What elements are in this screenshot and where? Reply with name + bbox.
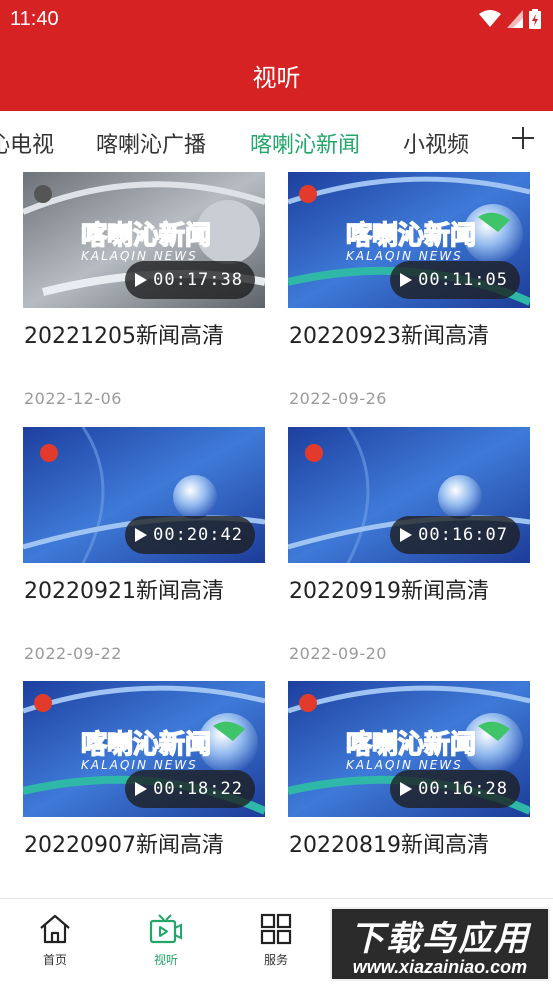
duration-badge: 00:18:22 xyxy=(125,770,255,808)
video-title[interactable]: 20220907新闻高清 xyxy=(24,827,224,859)
status-bar: 11:40 xyxy=(0,0,553,38)
nav-home[interactable]: 首页 xyxy=(20,913,90,968)
video-title[interactable]: 20220819新闻高清 xyxy=(289,827,489,859)
video-title[interactable]: 20220923新闻高清 xyxy=(289,318,489,350)
tab-tv[interactable]: 沁电视 xyxy=(0,127,54,159)
play-icon xyxy=(400,273,413,287)
tab-news[interactable]: 喀喇沁新闻 xyxy=(250,127,360,159)
duration-badge: 00:11:05 xyxy=(390,261,520,299)
duration-badge: 00:16:07 xyxy=(390,516,520,554)
duration-badge: 00:17:38 xyxy=(125,261,255,299)
thumb-title: 喀喇沁新闻 xyxy=(81,220,211,251)
thumb-title: 喀喇沁新闻 xyxy=(346,729,476,760)
video-title[interactable]: 20221205新闻高清 xyxy=(24,318,224,350)
video-title[interactable]: 20220919新闻高清 xyxy=(289,573,489,605)
video-title[interactable]: 20220921新闻高清 xyxy=(24,573,224,605)
app-header: 视听 xyxy=(0,38,553,111)
watermark: 下载鸟应用 www.xiazainiao.com xyxy=(330,907,550,981)
nav-av[interactable]: 视听 xyxy=(131,913,201,968)
signal-icon xyxy=(507,10,523,28)
play-icon xyxy=(135,528,148,542)
video-date: 2022-12-06 xyxy=(24,389,122,408)
video-thumbnail[interactable]: 00:16:07 xyxy=(288,427,530,563)
home-icon xyxy=(20,913,90,945)
duration-text: 00:16:28 xyxy=(418,779,508,799)
duration-badge: 00:16:28 xyxy=(390,770,520,808)
video-date: 2022-09-26 xyxy=(289,389,387,408)
duration-text: 00:17:38 xyxy=(153,270,243,290)
video-date: 2022-09-22 xyxy=(24,644,122,663)
tab-short-video[interactable]: 小视频 xyxy=(403,127,469,159)
nav-service[interactable]: 服务 xyxy=(241,913,311,968)
nav-label: 首页 xyxy=(42,953,67,967)
duration-text: 00:11:05 xyxy=(418,270,508,290)
thumb-title: 喀喇沁新闻 xyxy=(81,729,211,760)
duration-text: 00:16:07 xyxy=(418,525,508,545)
play-icon xyxy=(135,273,148,287)
play-icon xyxy=(400,528,413,542)
video-thumbnail[interactable]: 喀喇沁新闻 KALAQIN NEWS 00:18:22 xyxy=(23,681,265,817)
video-date: 2022-09-20 xyxy=(289,644,387,663)
category-tabs: 沁电视 喀喇沁广播 喀喇沁新闻 小视频 xyxy=(0,111,553,171)
play-icon xyxy=(400,782,413,796)
wifi-icon xyxy=(479,10,501,28)
status-time: 11:40 xyxy=(10,8,59,30)
duration-badge: 00:20:42 xyxy=(125,516,255,554)
video-thumbnail[interactable]: 喀喇沁新闻 KALAQIN NEWS 00:11:05 xyxy=(288,172,530,308)
duration-text: 00:20:42 xyxy=(153,525,243,545)
status-icons xyxy=(479,9,541,29)
battery-icon xyxy=(529,9,541,29)
nav-label: 服务 xyxy=(263,953,288,967)
play-icon xyxy=(135,782,148,796)
video-thumbnail[interactable]: 00:20:42 xyxy=(23,427,265,563)
thumb-title: 喀喇沁新闻 xyxy=(346,220,476,251)
video-thumbnail[interactable]: 喀喇沁新闻 KALAQIN NEWS 00:16:28 xyxy=(288,681,530,817)
nav-label: 视听 xyxy=(153,953,178,967)
watermark-url: www.xiazainiao.com xyxy=(352,957,528,977)
tab-radio[interactable]: 喀喇沁广播 xyxy=(96,127,206,159)
plus-icon[interactable] xyxy=(511,125,535,149)
watermark-title: 下载鸟应用 xyxy=(350,919,530,959)
grid-icon xyxy=(241,913,311,945)
page-title: 视听 xyxy=(252,64,301,92)
video-thumbnail[interactable]: 喀喇沁新闻 KALAQIN NEWS 00:17:38 xyxy=(23,172,265,308)
duration-text: 00:18:22 xyxy=(153,779,243,799)
tv-icon xyxy=(131,913,201,945)
